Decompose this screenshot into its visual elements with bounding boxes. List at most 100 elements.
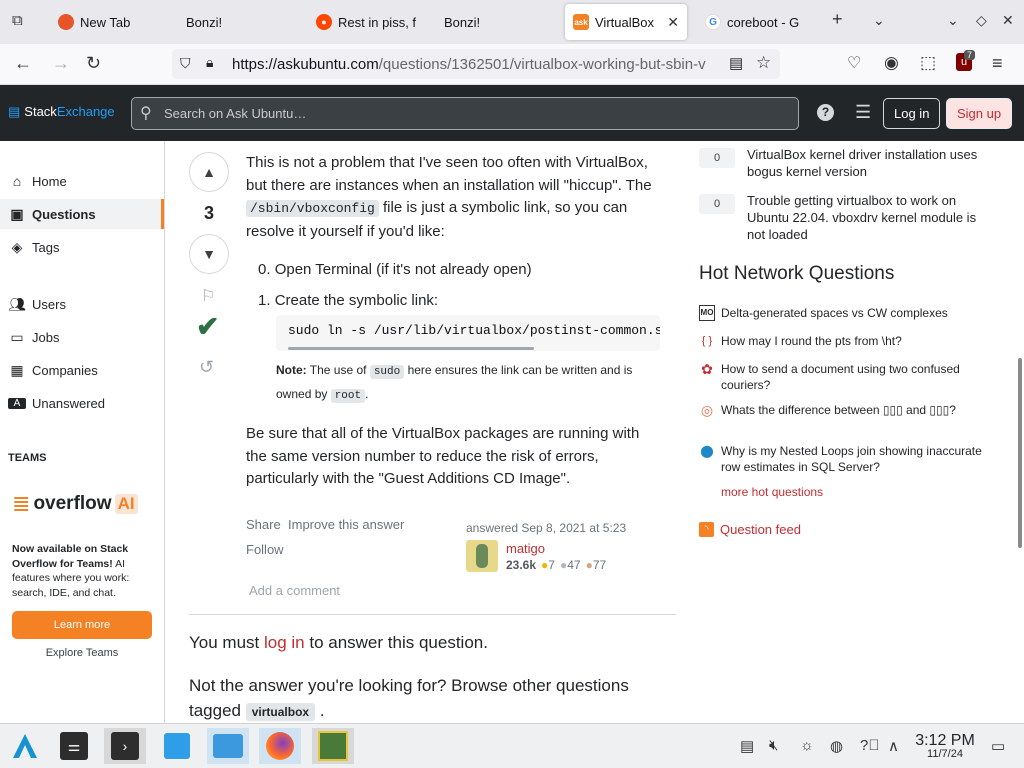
unanswered-icon: A xyxy=(8,397,26,409)
bookmark-icon[interactable]: ⚐ xyxy=(201,286,215,306)
tab-virtualbox[interactable]: ask VirtualBox ✕ xyxy=(565,4,687,40)
login-button[interactable]: Log in xyxy=(883,98,941,129)
left-sidebar: ⌂ Home ▣ Questions ◈ Tags 👥︎ Users ▭ Jobs ▦ Co… xyxy=(0,141,165,723)
answer-note: Note: The use of sudo here ensures the l… xyxy=(276,363,633,403)
reload-icon[interactable]: ↻ xyxy=(86,53,101,74)
signup-button[interactable]: Sign up xyxy=(946,98,1013,129)
related-vote-count: 0 xyxy=(699,148,735,168)
sidebar-item-questions[interactable]: ▣ Questions xyxy=(0,199,164,229)
hot-question-link[interactable]: How to send a document using two confuse… xyxy=(721,361,991,393)
tab-list-chevron-icon[interactable]: ⌄ xyxy=(873,12,885,29)
new-tab-icon[interactable]: + xyxy=(832,9,843,30)
tab-label: New Tab xyxy=(80,14,131,30)
sidebar-item-jobs[interactable]: ▭ Jobs xyxy=(0,322,164,352)
share-link[interactable]: Share xyxy=(246,517,281,532)
tray-expand-icon[interactable]: ∧ xyxy=(888,737,899,755)
browser-tab-bar: ⧉ New Tab Bonzi! ● Rest in piss, f Bonzi… xyxy=(0,0,1024,44)
tab-bonzi-1[interactable]: Bonzi! xyxy=(178,4,298,40)
menu-hamburger-icon[interactable]: ≡ xyxy=(992,53,1003,74)
clipboard-icon[interactable]: ▤ xyxy=(740,737,754,755)
close-window-icon[interactable]: ✕ xyxy=(1002,12,1014,29)
tab-coreboot[interactable]: G coreboot - G xyxy=(697,4,809,40)
learn-more-button[interactable]: Learn more xyxy=(12,611,152,639)
lock-icon[interactable]: 🔒︎ xyxy=(206,54,213,71)
minimize-icon[interactable]: ⌄ xyxy=(947,12,959,29)
tab-bonzi-2[interactable]: Bonzi! xyxy=(436,4,556,40)
forward-arrow-icon[interactable]: → xyxy=(52,53,70,74)
show-desktop-icon[interactable]: ▭ xyxy=(991,737,1005,755)
clock-date[interactable]: 11/7/24 xyxy=(912,748,978,760)
taskbar: ⚌ › ▤ 🔇︎ ☼ ◍ ?⃝ ∧ 3:12 PM 11/7/24 ▭ xyxy=(0,723,1024,768)
brightness-icon[interactable]: ☼ xyxy=(800,737,814,754)
maximize-icon[interactable]: ◇ xyxy=(976,12,987,29)
app-launcher-icon[interactable] xyxy=(4,728,46,764)
sidebar-item-companies[interactable]: ▦ Companies xyxy=(0,355,164,385)
account-icon[interactable]: ◉ xyxy=(884,53,899,73)
se-topbar: ▤ StackExchange ⚲ Search on Ask Ubuntu… ?… xyxy=(0,85,1024,141)
tab-overview-icon[interactable]: ⧉ xyxy=(12,12,23,29)
improve-answer-link[interactable]: Improve this answer xyxy=(288,517,404,532)
network-icon[interactable]: ◍ xyxy=(830,737,843,755)
firefox-taskbar-icon[interactable] xyxy=(259,728,301,764)
search-input[interactable]: ⚲ Search on Ask Ubuntu… xyxy=(131,97,799,130)
question-feed-link[interactable]: ◝ Question feed xyxy=(699,522,801,537)
extensions-icon[interactable]: ⬚ xyxy=(920,53,936,73)
reader-view-icon[interactable]: ▤ xyxy=(729,54,743,72)
add-comment-link[interactable]: Add a comment xyxy=(249,583,340,598)
login-prompt: You must log in to answer this question. xyxy=(189,633,488,652)
user-reputation: 23.6k ● 7 ● 47 ● 77 xyxy=(506,558,607,572)
sidebar-item-home[interactable]: ⌂ Home xyxy=(0,166,164,196)
hot-question-link[interactable]: How may I round the pts from \ht? xyxy=(721,333,991,349)
url-text: https://askubuntu.com/questions/1362501/… xyxy=(232,56,706,73)
back-arrow-icon[interactable]: ← xyxy=(14,53,32,74)
settings-sliders-icon[interactable]: ⚌ xyxy=(53,728,95,764)
terminal-icon[interactable]: › xyxy=(104,728,146,764)
tag-virtualbox[interactable]: virtualbox xyxy=(245,703,316,721)
home-icon: ⌂ xyxy=(12,173,22,189)
follow-link[interactable]: Follow xyxy=(246,542,284,557)
volume-muted-icon[interactable]: 🔇︎ xyxy=(769,737,778,754)
sidebar-item-unanswered[interactable]: A Unanswered xyxy=(0,388,164,418)
page-scrollbar[interactable] xyxy=(1018,358,1022,548)
shield-icon[interactable]: ⛉ xyxy=(180,55,191,72)
tab-label: VirtualBox xyxy=(595,14,655,30)
ai-badge: AI xyxy=(114,494,138,514)
tab-new-tab[interactable]: New Tab xyxy=(50,4,170,40)
pocket-icon[interactable]: ♡ xyxy=(847,53,861,73)
hot-question-link[interactable]: Delta-generated spaces vs CW complexes xyxy=(721,305,991,321)
hot-question-link[interactable]: Whats the difference between ▯▯▯ and ▯▯▯… xyxy=(721,402,991,418)
bookmark-star-icon[interactable]: ☆ xyxy=(756,53,771,73)
stackexchange-logo[interactable]: ▤ StackExchange xyxy=(8,104,115,120)
sidebar-item-users[interactable]: 👥︎ Users xyxy=(0,289,164,319)
related-question-link[interactable]: Trouble getting virtualbox to work on Ub… xyxy=(747,192,992,243)
puzzling-icon: ✿ xyxy=(701,361,713,377)
close-tab-icon[interactable]: ✕ xyxy=(667,14,679,31)
game-app-icon[interactable] xyxy=(312,728,354,764)
more-hot-questions-link[interactable]: more hot questions xyxy=(721,485,823,499)
users-icon: 👥︎ xyxy=(8,295,26,312)
code-vboxconfig: /sbin/vboxconfig xyxy=(246,200,379,217)
rss-icon: ◝ xyxy=(699,522,714,537)
downvote-button[interactable]: ▼ xyxy=(189,234,229,274)
history-icon[interactable]: ↺ xyxy=(199,357,214,378)
file-manager-icon[interactable] xyxy=(207,728,249,764)
avatar[interactable] xyxy=(466,540,498,572)
site-switcher-icon[interactable]: ☰ xyxy=(855,102,871,123)
hot-question-link[interactable]: Why is my Nested Loops join showing inac… xyxy=(721,443,991,475)
url-bar[interactable]: ⛉ 🔒︎ https://askubuntu.com/questions/136… xyxy=(172,49,780,79)
help-tray-icon[interactable]: ?⃝ xyxy=(860,737,880,754)
triangle-up-icon: ▲ xyxy=(202,164,216,180)
code-scrollbar[interactable] xyxy=(288,347,534,350)
sidebar-item-tags[interactable]: ◈ Tags xyxy=(0,232,164,262)
upvote-button[interactable]: ▲ xyxy=(189,152,229,192)
help-icon[interactable]: ? xyxy=(817,104,834,121)
answered-timestamp: answered Sep 8, 2021 at 5:23 xyxy=(466,521,627,535)
related-question-link[interactable]: VirtualBox kernel driver installation us… xyxy=(747,146,987,180)
explore-teams-link[interactable]: Explore Teams xyxy=(12,647,152,659)
code-block[interactable]: sudo ln -s /usr/lib/virtualbox/postinst-… xyxy=(276,315,660,351)
tab-reddit[interactable]: ● Rest in piss, f xyxy=(308,4,420,40)
login-link[interactable]: log in xyxy=(264,633,305,652)
code-command: sudo ln -s /usr/lib/virtualbox/postinst-… xyxy=(288,323,660,338)
user-name-link[interactable]: matigo xyxy=(506,541,545,556)
discover-store-icon[interactable] xyxy=(156,728,198,764)
